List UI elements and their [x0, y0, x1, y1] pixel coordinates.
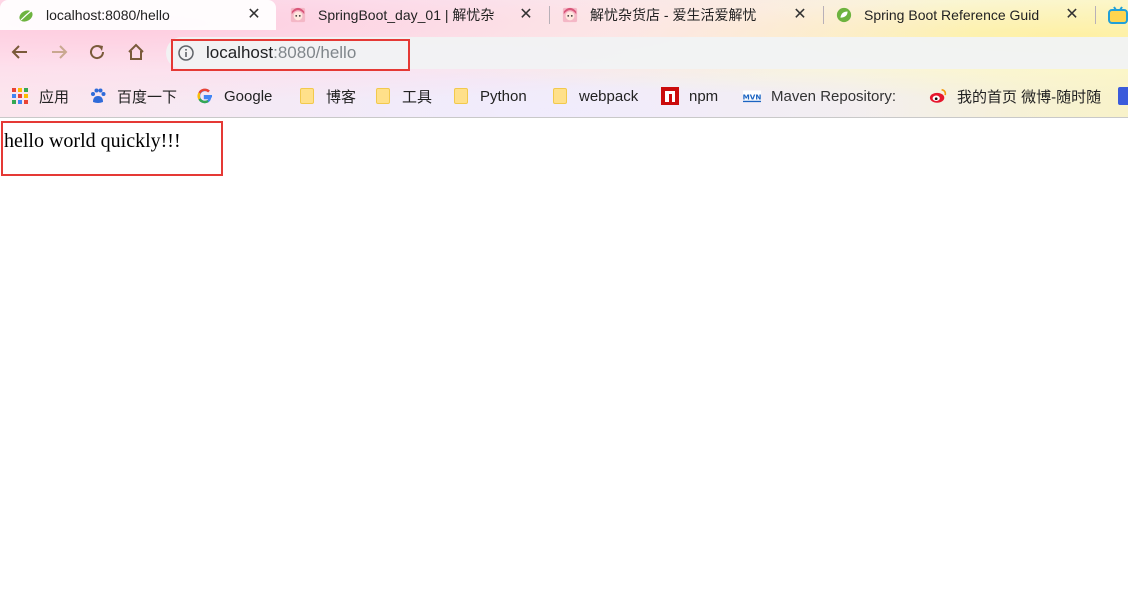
folder-icon [374, 87, 392, 105]
forward-arrow-icon [52, 45, 68, 59]
weibo-icon [929, 87, 947, 105]
tab-title: 解忧杂货店 - 爱生活爱解忧 [590, 7, 757, 23]
bookmark-label: 我的首页 微博-随时随 [957, 88, 1102, 106]
back-button[interactable] [8, 40, 32, 64]
browser-chrome: localhost:8080/hello ✕ SpringBoot_day_01… [0, 0, 1128, 118]
bookmark-npm[interactable]: npm [661, 85, 718, 107]
bookmark-label: Google [224, 87, 273, 105]
close-icon[interactable]: ✕ [518, 7, 534, 23]
tab-jieyou-shop[interactable]: 解忧杂货店 - 爱生活爱解忧 ✕ [550, 0, 822, 30]
toolbar: localhost:8080/hello [0, 30, 1128, 74]
google-g-icon [196, 87, 214, 105]
bookmark-label: 应用 [39, 88, 70, 106]
bookmark-folder-python[interactable]: Python [452, 85, 527, 107]
maven-icon: MVN [743, 87, 761, 105]
close-icon[interactable]: ✕ [1064, 7, 1080, 23]
bookmark-folder-blog[interactable]: 博客 [298, 85, 356, 107]
anime-avatar-icon [290, 7, 306, 23]
bookmark-label: 百度一下 [117, 88, 178, 106]
tab-title: SpringBoot_day_01 | 解忧杂 [318, 7, 495, 23]
svg-text:MVN: MVN [743, 93, 761, 102]
spring-leaf-icon [836, 7, 852, 23]
spring-leaf-icon [18, 7, 34, 23]
overflow-bookmark-icon[interactable] [1118, 87, 1128, 105]
home-icon [128, 43, 144, 60]
tab-separator [1095, 6, 1096, 24]
bookmark-label: Maven Repository: [771, 87, 897, 105]
bookmark-maven[interactable]: MVN Maven Repository: [743, 85, 896, 107]
baidu-paw-icon [89, 87, 107, 105]
bookmark-label: 博客 [326, 88, 357, 106]
bookmark-label: npm [689, 87, 719, 105]
tab-springboot-day01[interactable]: SpringBoot_day_01 | 解忧杂 ✕ [276, 0, 548, 30]
npm-icon [661, 87, 679, 105]
forward-button[interactable] [47, 40, 71, 64]
reload-button[interactable] [85, 40, 109, 64]
close-icon[interactable]: ✕ [246, 7, 262, 23]
bookmark-folder-webpack[interactable]: webpack [551, 85, 638, 107]
page-content: hello world quickly!!! [0, 118, 1128, 607]
tab-spring-boot-reference[interactable]: Spring Boot Reference Guid ✕ [824, 0, 1094, 30]
bookmark-apps[interactable]: 应用 [11, 85, 69, 107]
bookmarks-bar: 应用 百度一下 Google 博客 工具 Python webpack npm … [0, 78, 1128, 114]
folder-icon [452, 87, 470, 105]
tab-partial-bilibili[interactable] [1100, 0, 1128, 30]
bookmark-label: Python [480, 87, 527, 105]
browser-window: localhost:8080/hello ✕ SpringBoot_day_01… [0, 0, 1128, 607]
tab-title: Spring Boot Reference Guid [864, 7, 1040, 23]
apps-grid-icon [11, 87, 29, 105]
bookmark-weibo[interactable]: 我的首页 微博-随时随 [929, 85, 1101, 107]
hello-highlight-box [1, 121, 223, 176]
bookmark-baidu[interactable]: 百度一下 [89, 85, 177, 107]
folder-icon [298, 87, 316, 105]
anime-avatar-icon [562, 7, 578, 23]
reload-icon [90, 45, 105, 60]
bookmark-google[interactable]: Google [196, 85, 272, 107]
bilibili-tv-icon [1108, 6, 1128, 24]
back-arrow-icon [11, 45, 27, 59]
home-button[interactable] [124, 40, 148, 64]
bookmark-folder-tools[interactable]: 工具 [374, 85, 432, 107]
tab-localhost-hello[interactable]: localhost:8080/hello ✕ [0, 0, 276, 30]
bookmark-label: 工具 [402, 88, 433, 106]
folder-icon [551, 87, 569, 105]
bookmark-label: webpack [579, 87, 639, 105]
url-highlight-box [171, 39, 410, 71]
tab-title: localhost:8080/hello [46, 7, 170, 23]
close-icon[interactable]: ✕ [792, 7, 808, 23]
